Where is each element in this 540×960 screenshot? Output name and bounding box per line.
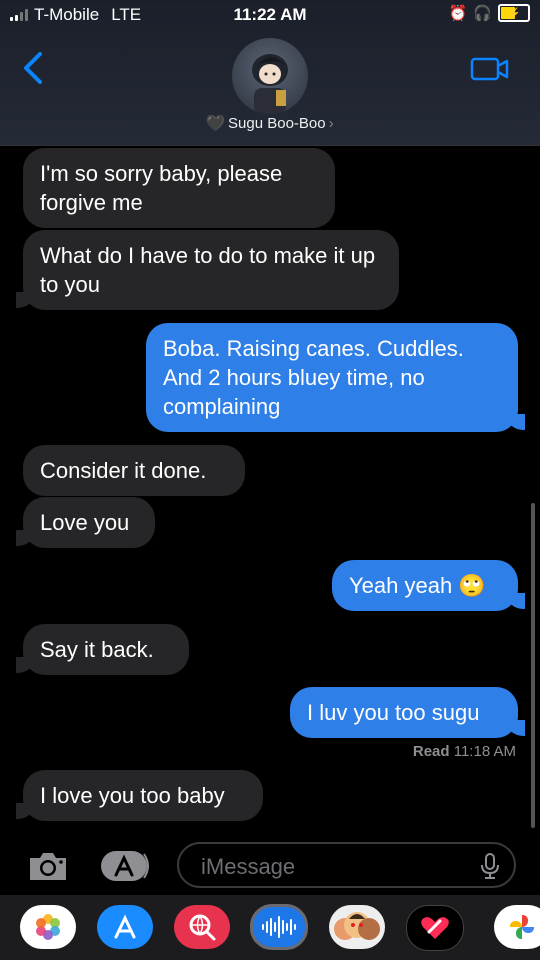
photos-icon[interactable] xyxy=(20,905,76,949)
facetime-video-icon[interactable] xyxy=(470,56,510,82)
imessage-input[interactable] xyxy=(199,852,473,882)
google-photos-icon[interactable] xyxy=(494,905,540,949)
app-store-icon[interactable] xyxy=(97,905,153,949)
message-bubble-incoming[interactable]: I love you too baby xyxy=(23,770,263,821)
contact-avatar[interactable] xyxy=(232,38,308,114)
battery-icon: ⚡ xyxy=(498,4,530,22)
message-bubble-outgoing[interactable]: I luv you too sugu xyxy=(290,687,518,738)
contact-name[interactable]: 🖤 Sugu Boo-Boo › xyxy=(0,114,540,132)
message-bubble-incoming[interactable]: Consider it done. xyxy=(23,445,245,496)
app-store-apps-icon[interactable] xyxy=(100,849,152,883)
message-bubble-outgoing[interactable]: Boba. Raising canes. Cuddles. And 2 hour… xyxy=(146,323,518,432)
bubble-tail xyxy=(507,593,525,609)
app-drawer xyxy=(0,895,540,960)
headphones-icon: 🎧 xyxy=(473,5,492,22)
imessage-field[interactable] xyxy=(177,842,516,888)
microphone-icon[interactable] xyxy=(480,852,500,880)
read-time: 11:18 AM xyxy=(453,743,516,760)
message-bubble-outgoing[interactable]: Yeah yeah 🙄 xyxy=(332,560,518,611)
message-bubble-incoming[interactable]: What do I have to do to make it up to yo… xyxy=(23,230,399,310)
memoji-icon[interactable] xyxy=(329,905,385,949)
camera-icon[interactable] xyxy=(26,849,70,883)
read-receipt: Read 11:18 AM xyxy=(413,743,516,760)
bubble-tail xyxy=(507,720,525,736)
message-input-bar xyxy=(0,835,540,895)
message-bubble-incoming[interactable]: Say it back. xyxy=(23,624,189,675)
message-bubble-incoming[interactable]: I'm so sorry baby, please forgive me xyxy=(23,148,335,228)
message-bubble-incoming[interactable]: Love you xyxy=(23,497,155,548)
status-bar: T-Mobile LTE 11:22 AM ⏰ 🎧 ⚡ xyxy=(0,0,540,30)
audio-message-icon[interactable] xyxy=(250,904,308,950)
chevron-right-icon: › xyxy=(328,115,334,132)
bubble-tail xyxy=(507,414,525,430)
contact-name-label: Sugu Boo-Boo xyxy=(228,115,326,132)
alarm-icon: ⏰ xyxy=(448,5,468,22)
scrollbar[interactable] xyxy=(531,503,535,828)
back-chevron-icon[interactable] xyxy=(18,50,48,86)
web-search-icon[interactable] xyxy=(174,905,230,949)
digital-touch-icon[interactable] xyxy=(406,905,464,951)
read-label: Read xyxy=(412,743,450,760)
contact-emoji: 🖤 xyxy=(206,115,226,132)
